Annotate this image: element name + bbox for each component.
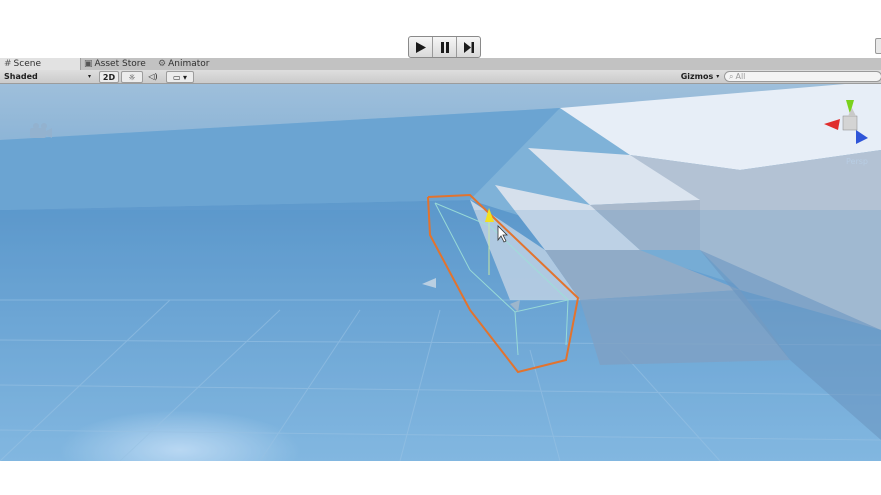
shading-mode-dropdown[interactable]: Shaded ▾: [4, 70, 92, 83]
image-icon: ▭ ▾: [172, 72, 188, 82]
play-icon: [416, 41, 426, 53]
pause-button[interactable]: [433, 37, 457, 57]
animator-icon: ⚙: [158, 59, 167, 69]
audio-toggle[interactable]: ◁): [145, 70, 161, 83]
tab-label: Animator: [168, 59, 210, 69]
chevron-down-icon: ▾: [716, 73, 720, 80]
tab-label: Scene: [13, 59, 41, 69]
2d-mode-toggle[interactable]: 2D: [99, 71, 119, 83]
tab-asset-store[interactable]: ▣ Asset Store: [80, 58, 150, 70]
grid-icon: #: [4, 59, 12, 69]
scene-render: Persp: [0, 84, 881, 461]
layout-dropdown-button[interactable]: [875, 38, 881, 54]
chevron-down-icon: ▾: [88, 73, 92, 80]
2d-mode-label: 2D: [102, 72, 116, 82]
tab-animator[interactable]: ⚙ Animator: [154, 58, 213, 70]
page-footer-blank: [0, 461, 881, 495]
scene-toolbar: Shaded ▾ 2D ☼ ◁) ▭ ▾ Gizmos ▾ ⌕ All: [0, 70, 881, 84]
lighting-toggle[interactable]: ☼: [121, 71, 143, 83]
speaker-icon: ◁): [148, 72, 158, 81]
orientation-label: Persp: [846, 157, 868, 166]
tab-scene[interactable]: # Scene: [0, 58, 81, 70]
playback-controls: [408, 36, 481, 58]
effects-dropdown[interactable]: ▭ ▾: [166, 71, 194, 83]
scene-search-input[interactable]: ⌕ All: [724, 71, 881, 82]
step-button[interactable]: [457, 37, 480, 57]
water-plane-overlay: [0, 210, 881, 461]
gizmos-label: Gizmos: [680, 72, 714, 81]
store-icon: ▣: [84, 59, 93, 69]
search-icon: ⌕: [729, 71, 734, 81]
search-placeholder: All: [735, 72, 746, 81]
gizmos-dropdown[interactable]: Gizmos ▾: [680, 70, 720, 83]
pause-icon: [440, 41, 449, 53]
play-button[interactable]: [409, 37, 433, 57]
tab-label: Asset Store: [94, 59, 146, 69]
sun-icon: ☼: [128, 72, 136, 82]
play-toolbar: [0, 0, 881, 58]
shading-mode-label: Shaded: [4, 72, 38, 81]
step-icon: [463, 41, 474, 53]
scene-viewport[interactable]: Persp: [0, 84, 881, 461]
